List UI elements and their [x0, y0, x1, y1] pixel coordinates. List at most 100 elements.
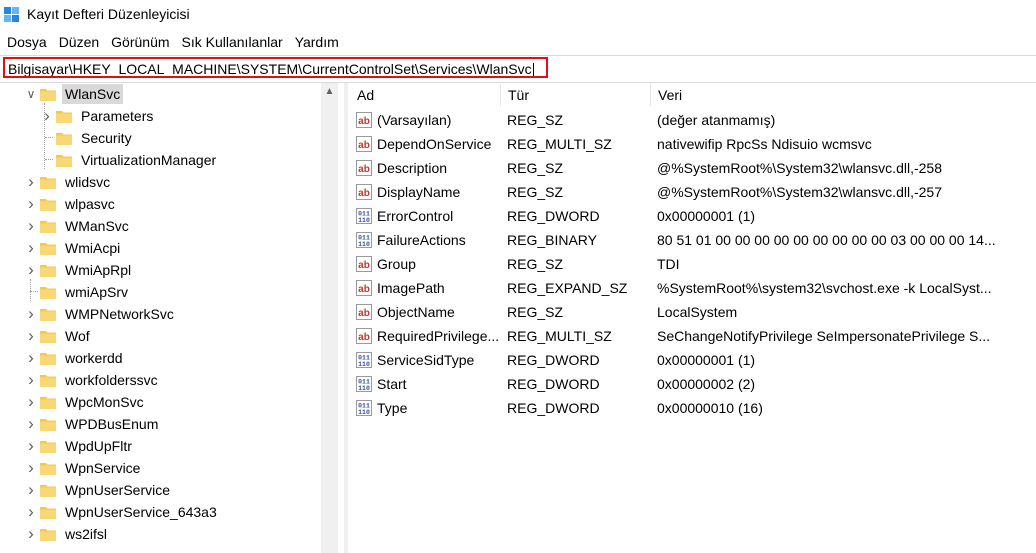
collapsed-chevron-icon[interactable]: › [24, 259, 38, 281]
tree-item-label: workfolderssvc [65, 372, 158, 388]
collapsed-chevron-icon[interactable]: › [24, 523, 38, 545]
table-row[interactable]: ab DisplayName REG_SZ @%SystemRoot%\System3… [349, 180, 1036, 204]
tree-item-label: Parameters [81, 108, 154, 124]
collapsed-chevron-icon[interactable]: › [24, 391, 38, 413]
tree-item-service[interactable]: › WmiAcpi [24, 237, 123, 259]
tree-item-service[interactable]: › WMPNetworkSvc [24, 303, 177, 325]
tree-item-label: WpnUserService_643a3 [65, 504, 217, 520]
collapsed-chevron-icon[interactable]: › [24, 193, 38, 215]
menu-edit[interactable]: Düzen [53, 31, 105, 53]
collapsed-chevron-icon[interactable]: › [24, 457, 38, 479]
collapsed-chevron-icon[interactable]: › [24, 413, 38, 435]
value-type: REG_SZ [507, 256, 564, 272]
key-tree[interactable]: ∨ WlanSvc › Parameters Security Virtualizatio… [0, 83, 344, 553]
tree-item-service[interactable]: › workfolderssvc [24, 369, 161, 391]
folder-icon [56, 132, 72, 145]
value-name: ImagePath [377, 280, 445, 296]
menu-help[interactable]: Yardım [289, 31, 345, 53]
folder-icon [40, 418, 56, 431]
table-row[interactable]: ab ImagePath REG_EXPAND_SZ %SystemRoot%\sys… [349, 276, 1036, 300]
table-row[interactable]: ab (Varsayılan) REG_SZ (değer atanmamış) [349, 108, 1036, 132]
tree-item-service[interactable]: › WManSvc [24, 215, 132, 237]
svg-text:110: 110 [358, 217, 370, 224]
tree-item-service[interactable]: › WPDBusEnum [24, 413, 161, 435]
tree-item-label: WManSvc [65, 218, 129, 234]
tree-item-label: WmiAcpi [65, 240, 121, 256]
address-input[interactable]: Bilgisayar\HKEY_LOCAL_MACHINE\SYSTEM\Cur… [3, 57, 548, 78]
values-list[interactable]: Ad Tür Veri ab (Varsayılan) REG_SZ (değer a… [349, 83, 1036, 553]
table-row[interactable]: 011 110 Type REG_DWORD 0x00000010 (16) [349, 396, 1036, 420]
tree-item-label: WpnService [65, 460, 141, 476]
table-row[interactable]: ab Group REG_SZ TDI [349, 252, 1036, 276]
collapsed-chevron-icon[interactable]: › [40, 105, 54, 127]
collapsed-chevron-icon[interactable]: › [24, 435, 38, 457]
string-value-icon: ab [356, 328, 372, 344]
folder-icon [56, 154, 72, 167]
menu-file[interactable]: Dosya [0, 31, 53, 53]
folder-icon [56, 110, 72, 123]
value-data: 80 51 01 00 00 00 00 00 00 00 00 00 03 0… [657, 232, 996, 248]
tree-item-service[interactable]: › wlidsvc [24, 171, 113, 193]
tree-item-child[interactable]: Security [40, 127, 135, 149]
value-data: (değer atanmamış) [657, 112, 776, 128]
table-row[interactable]: ab RequiredPrivilege... REG_MULTI_SZ SeChan… [349, 324, 1036, 348]
collapsed-chevron-icon[interactable]: › [24, 479, 38, 501]
table-row[interactable]: ab ObjectName REG_SZ LocalSystem [349, 300, 1036, 324]
folder-icon [40, 528, 56, 541]
table-row[interactable]: 011 110 ServiceSidType REG_DWORD 0x00000001 … [349, 348, 1036, 372]
string-value-icon: ab [356, 280, 372, 296]
tree-item-service[interactable]: › WmiApRpl [24, 259, 134, 281]
tree-item-label: WpcMonSvc [65, 394, 144, 410]
column-header-name[interactable]: Ad [349, 84, 500, 106]
tree-item-child[interactable]: VirtualizationManager [40, 149, 219, 171]
menu-view[interactable]: Görünüm [105, 31, 175, 53]
tree-item-service[interactable]: › WpnUserService [24, 479, 173, 501]
tree-item-wlansvc[interactable]: ∨ WlanSvc [24, 83, 124, 105]
column-header-type[interactable]: Tür [500, 84, 650, 106]
scroll-up-arrow-icon[interactable]: ▲ [321, 83, 338, 100]
value-type: REG_DWORD [507, 400, 600, 416]
value-type: REG_BINARY [507, 232, 597, 248]
value-name: RequiredPrivilege... [377, 328, 499, 344]
pane-splitter[interactable] [344, 83, 348, 553]
tree-item-child[interactable]: › Parameters [40, 105, 156, 127]
tree-scrollbar[interactable]: ▲ [321, 83, 338, 553]
tree-item-service[interactable]: › WpnService [24, 457, 143, 479]
tree-item-service[interactable]: › WpcMonSvc [24, 391, 147, 413]
collapsed-chevron-icon[interactable]: › [24, 237, 38, 259]
table-row[interactable]: 011 110 Start REG_DWORD 0x00000002 (2) [349, 372, 1036, 396]
value-data: 0x00000010 (16) [657, 400, 763, 416]
table-row[interactable]: 011 110 ErrorControl REG_DWORD 0x00000001 (1… [349, 204, 1036, 228]
binary-value-icon: 011 110 [356, 232, 372, 248]
menu-favorites[interactable]: Sık Kullanılanlar [176, 31, 289, 53]
string-value-icon: ab [356, 256, 372, 272]
table-row[interactable]: ab Description REG_SZ @%SystemRoot%\System3… [349, 156, 1036, 180]
tree-item-service[interactable]: › ws2ifsl [24, 523, 110, 545]
tree-item-service[interactable]: › Wof [24, 325, 93, 347]
tree-item-service[interactable]: › WpdUpFltr [24, 435, 135, 457]
value-name: Description [377, 160, 448, 176]
tree-item-service[interactable]: wmiApSrv [24, 281, 131, 303]
value-name: ErrorControl [377, 208, 454, 224]
collapsed-chevron-icon[interactable]: › [24, 501, 38, 523]
collapsed-chevron-icon[interactable]: › [24, 347, 38, 369]
collapsed-chevron-icon[interactable]: › [24, 303, 38, 325]
tree-item-service[interactable]: › workerdd [24, 347, 126, 369]
value-type: REG_SZ [507, 304, 564, 320]
collapsed-chevron-icon[interactable]: › [24, 215, 38, 237]
table-row[interactable]: 011 110 FailureActions REG_BINARY 80 51 01 0… [349, 228, 1036, 252]
collapsed-chevron-icon[interactable]: › [24, 325, 38, 347]
collapsed-chevron-icon[interactable]: › [24, 369, 38, 391]
value-name: DependOnService [377, 136, 492, 152]
tree-item-service[interactable]: › wlpasvc [24, 193, 118, 215]
expanded-chevron-icon[interactable]: ∨ [24, 83, 38, 105]
collapsed-chevron-icon[interactable]: › [24, 171, 38, 193]
value-name: ObjectName [377, 304, 455, 320]
table-row[interactable]: ab DependOnService REG_MULTI_SZ nativewifip… [349, 132, 1036, 156]
svg-text:ab: ab [358, 260, 370, 271]
column-header-data[interactable]: Veri [650, 84, 1036, 106]
tree-item-service[interactable]: › WpnUserService_643a3 [24, 501, 220, 523]
binary-value-icon: 011 110 [356, 352, 372, 368]
string-value-icon: ab [356, 160, 372, 176]
value-data: @%SystemRoot%\System32\wlansvc.dll,-257 [657, 184, 942, 200]
